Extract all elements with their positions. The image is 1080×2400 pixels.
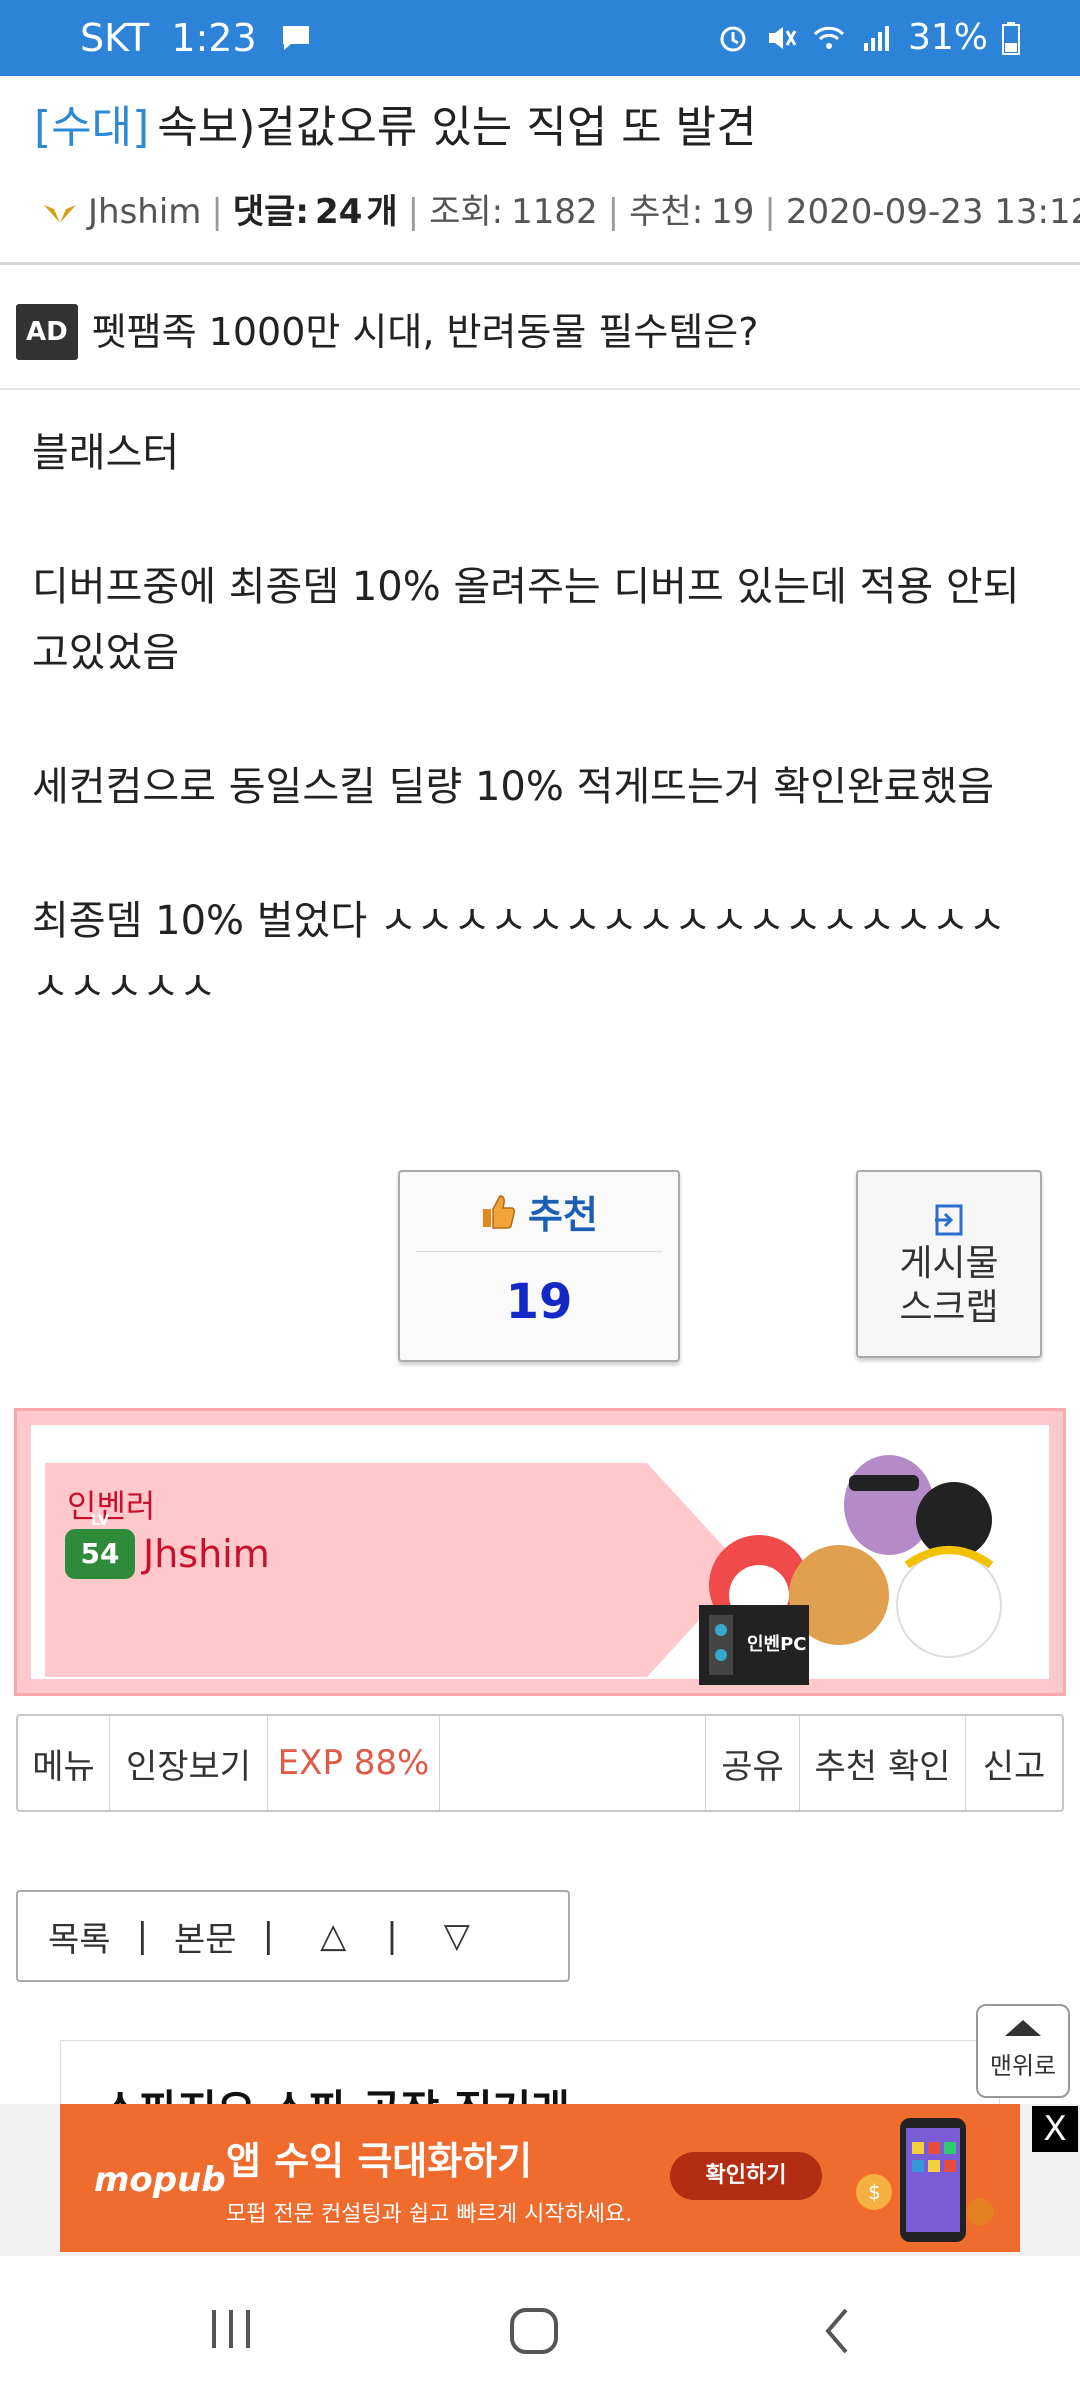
post-date: 2020-09-23 13:12 <box>785 192 1080 232</box>
recommend-button-count: 19 <box>505 1274 573 1330</box>
comments-label: 댓글: <box>232 192 310 232</box>
message-icon <box>282 26 309 50</box>
svg-text:$: $ <box>868 2180 881 2204</box>
scrap-button-line1: 게시물 <box>899 1243 999 1284</box>
seal-view-button[interactable]: 인장보기 <box>110 1716 268 1810</box>
ad-close-button[interactable]: X <box>1032 2106 1078 2152</box>
recommend-count: 19 <box>711 192 755 232</box>
system-nav-bar <box>0 2256 1080 2400</box>
related-card[interactable]: 스파지오 스파 공장 직거래 <box>60 2040 1000 2110</box>
list-button[interactable]: 목록 <box>48 1912 111 1961</box>
body-button[interactable]: 본문 <box>174 1912 237 1961</box>
comments-count[interactable]: 24 <box>315 190 362 234</box>
back-icon[interactable] <box>820 2306 854 2356</box>
back-to-top-label: 맨위로 <box>989 2052 1057 2080</box>
level-number: 54 <box>80 1537 120 1570</box>
characters-illustration: 인벤PC <box>699 1455 1002 1685</box>
separator: | <box>136 1916 149 1956</box>
recommend-label: 추천: <box>629 192 704 232</box>
recent-apps-icon[interactable] <box>206 2306 256 2352</box>
ad-badge: AD <box>16 304 78 360</box>
post-paragraph: 최종뎀 10% 벌었다 ㅅㅅㅅㅅㅅㅅㅅㅅㅅㅅㅅㅅㅅㅅㅅㅅㅅㅅㅅㅅㅅㅅ <box>32 898 1006 1010</box>
banner-pc-text: 인벤PC <box>747 1634 807 1655</box>
post-meta: Jhshim | 댓글: 24 개 | 조회: 1182 | 추천: 19 | … <box>40 190 1080 234</box>
back-to-top-button[interactable]: 맨위로 <box>976 2004 1070 2098</box>
previous-post-button[interactable]: △ <box>320 1916 346 1956</box>
post-menu-bar: 메뉴 인장보기 EXP 88% 공유 추천 확인 신고 <box>16 1714 1064 1812</box>
alarm-icon <box>720 26 746 52</box>
wings-icon <box>44 205 76 223</box>
views-label: 조회: <box>429 192 504 232</box>
carrier-text: SKT <box>80 16 150 60</box>
list-navigation: 목록 | 본문 | △ | ▽ <box>16 1890 570 1982</box>
battery-icon <box>1002 22 1020 55</box>
ad-subtext: 모펍 전문 컨설팅과 쉽고 빠르게 시작하세요. <box>226 2202 633 2227</box>
banner-username[interactable]: Jhshim <box>143 1532 270 1576</box>
recommend-button[interactable]: 추천 19 <box>398 1170 680 1362</box>
post-paragraph: 디버프중에 최종뎀 10% 올려주는 디버프 있는데 적용 안되고있었음 <box>32 564 1020 676</box>
phone-illustration: $ <box>856 2118 994 2242</box>
battery-text: 31% <box>907 17 988 58</box>
scrap-button[interactable]: 게시물 스크랩 <box>856 1170 1042 1358</box>
post-title-text: 속보)겉값오류 있는 직업 또 발견 <box>157 102 757 153</box>
home-icon[interactable] <box>508 2306 560 2356</box>
ad-text: 펫팸족 1000만 시대, 반려동물 필수템은? <box>91 310 759 354</box>
comments-unit: 개 <box>366 192 398 232</box>
separator: | <box>262 1916 275 1956</box>
menu-spacer <box>440 1716 706 1810</box>
author-name[interactable]: Jhshim <box>88 190 201 234</box>
recommend-button-label: 추천 <box>528 1193 598 1237</box>
exp-indicator: EXP 88% <box>268 1716 440 1810</box>
views-count: 1182 <box>511 192 598 232</box>
post-paragraph: 세컨컴으로 동일스킬 딜량 10% 적게뜨는거 확인완료했음 <box>32 764 995 810</box>
wifi-icon <box>813 26 845 49</box>
mopub-ad[interactable]: mopub 앱 수익 극대화하기 모펍 전문 컨설팅과 쉽고 빠르게 시작하세요… <box>60 2104 1020 2252</box>
recommend-check-button[interactable]: 추천 확인 <box>800 1716 966 1810</box>
status-bar: SKT 1:23 31% <box>0 0 1080 76</box>
post-body: 블래스터 디버프중에 최종뎀 10% 올려주는 디버프 있는데 적용 안되고있었… <box>32 420 1042 1088</box>
ad-cta-button[interactable]: 확인하기 <box>670 2152 822 2200</box>
mute-icon <box>768 27 797 49</box>
share-button[interactable]: 공유 <box>706 1716 800 1810</box>
arrow-up-icon <box>1005 2020 1041 2036</box>
divider <box>0 388 1080 390</box>
level-prefix: LV <box>91 1513 109 1529</box>
post-paragraph: 블래스터 <box>32 430 180 476</box>
thumbs-up-icon <box>483 1194 516 1229</box>
level-badge: LV 54 <box>65 1513 135 1579</box>
divider <box>0 262 1080 265</box>
ad-text-link[interactable]: AD 펫팸족 1000만 시대, 반려동물 필수템은? <box>16 304 758 360</box>
time-text: 1:23 <box>171 16 257 60</box>
next-post-button[interactable]: ▽ <box>444 1916 470 1956</box>
ad-brand: mopub <box>94 2160 226 2200</box>
scrap-button-line2: 스크랩 <box>899 1287 999 1328</box>
post-title: [수대] 속보)겉값오류 있는 직업 또 발견 <box>34 100 757 156</box>
category-link[interactable]: [수대] <box>34 102 149 153</box>
report-button[interactable]: 신고 <box>966 1716 1062 1810</box>
signal-icon <box>863 26 889 51</box>
menu-button[interactable]: 메뉴 <box>18 1716 110 1810</box>
separator: | <box>386 1916 398 1956</box>
ad-headline: 앱 수익 극대화하기 <box>226 2139 533 2183</box>
scrap-icon <box>935 1204 963 1236</box>
author-banner[interactable]: 인벤러 LV 54 Jhshim 인벤PC <box>14 1408 1066 1696</box>
